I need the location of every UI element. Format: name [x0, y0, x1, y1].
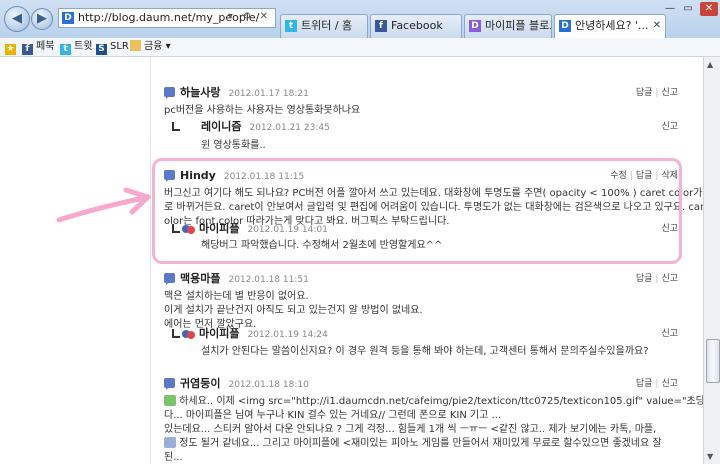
report-link[interactable]: 신고: [661, 274, 678, 284]
tab-label: Facebook: [391, 19, 443, 32]
facebook-icon: f: [22, 44, 33, 55]
fav-label: SLR: [110, 41, 129, 52]
reply-link[interactable]: 답글: [636, 88, 653, 98]
emoticon-icon: [164, 395, 176, 406]
reply-arrow-icon: [172, 122, 180, 131]
comment-body-line: 하세요.. 이제 <img src="http://i1.daumcdn.net…: [164, 395, 703, 409]
comment-reply: 레이니즘 2012.01.21 23:45 신고 윈 영상통화를..: [172, 120, 678, 153]
fav-label: 트윗: [74, 41, 93, 52]
close-window-button[interactable]: ✕: [700, 2, 718, 16]
emoticon-icon: [164, 437, 176, 448]
tab-label: 안녕하세요? '...: [575, 19, 649, 32]
comment-body-line: 이게 설치가 끝난건지 아직도 되고 있는건지 알 방법이 없네요.: [164, 305, 423, 316]
report-link[interactable]: 신고: [661, 122, 678, 132]
annotation-arrow-icon: [56, 187, 151, 223]
comment-text: 정도 될거 같네요... 그리고 마이피플에 <재미있는 피아노 게임를 만들어…: [179, 438, 662, 449]
content-divider: [150, 57, 151, 464]
address-bar[interactable]: D http://blog.daum.net/my_people/ ▾ ⟲ ✕: [58, 8, 276, 28]
comment-body: 설치가 안된다는 말씀이신지요? 이 경우 원격 등을 통해 봐야 하는데, 고…: [201, 346, 649, 357]
browser-titlebar: ◀ ▶ D http://blog.daum.net/my_people/ ▾ …: [0, 0, 720, 39]
folder-icon: [130, 40, 141, 51]
fav-label: 금융 ▾: [144, 41, 171, 52]
scrollbar-thumb[interactable]: [706, 339, 720, 383]
tab-label: 마이피플 블로그...: [485, 19, 551, 32]
report-link[interactable]: 신고: [661, 379, 678, 389]
forward-arrow-icon: ▶: [37, 11, 47, 26]
twitter-icon: t: [60, 44, 71, 55]
tab-label: 트위터 / 홈: [301, 19, 353, 32]
comment-author[interactable]: 맥용마플: [180, 272, 220, 285]
report-link[interactable]: 신고: [661, 329, 678, 339]
tab-facebook[interactable]: f Facebook: [370, 14, 462, 38]
comment: 하늘사랑 2012.01.17 18:21 답글 | 신고 pc버전을 사용하는 사용…: [164, 86, 678, 116]
tab-twitter[interactable]: t 트위터 / 홈: [280, 14, 368, 38]
comment-body-line: 된...: [164, 452, 183, 463]
page-content: 하늘사랑 2012.01.17 18:21 답글 | 신고 pc버전을 사용하는 사용…: [0, 57, 703, 464]
comment-body: 윈 영상통화를..: [201, 140, 266, 151]
comment-icon: [164, 273, 175, 285]
comment-author[interactable]: 레이니즘: [201, 120, 241, 133]
comment-body: pc버전을 사용하는 사용자는 영상통화못하나요: [164, 105, 361, 116]
address-controls[interactable]: ▾ ⟲ ✕: [228, 11, 271, 22]
comment-text: 하세요.. 이제 <img src="http://i1.daumcdn.net…: [179, 396, 703, 407]
fav-slr[interactable]: S SLR: [96, 40, 129, 55]
tab-mypeople-blog[interactable]: D 마이피플 블로그...: [464, 14, 552, 38]
report-link[interactable]: 신고: [661, 88, 678, 98]
reply-arrow-icon: [172, 329, 180, 338]
comment-icon: [164, 378, 175, 390]
slr-icon: S: [96, 44, 107, 55]
fav-facebook[interactable]: f 페북: [22, 40, 54, 55]
back-arrow-icon: ◀: [12, 11, 22, 26]
comment-author[interactable]: 귀염둥이: [180, 377, 220, 390]
forward-button[interactable]: ▶: [31, 8, 53, 30]
twitter-icon: t: [285, 20, 297, 32]
favorites-star-icon[interactable]: ★: [5, 40, 19, 55]
fav-label: 페북: [36, 41, 55, 52]
comment-icon: [164, 87, 175, 99]
comment: 귀염둥이 2012.01.18 18:10 답글 | 신고 하세요.. 이제 <img…: [164, 377, 703, 464]
daum-icon: D: [559, 20, 571, 32]
scroll-down-icon[interactable]: ▼: [707, 452, 713, 461]
daum-favicon-icon: D: [62, 12, 74, 24]
comment-reply: 마이피플 2012.01.19 14:24 신고 설치가 안된다는 말씀이신지요?…: [172, 327, 678, 359]
comment-body-line: 정도 될거 같네요... 그리고 마이피플에 <재미있는 피아노 게임를 만들어…: [164, 437, 678, 451]
scroll-up-icon[interactable]: ▲: [707, 60, 713, 69]
comment-author[interactable]: 하늘사랑: [180, 86, 220, 99]
tab-active-post[interactable]: D 안녕하세요? '... ✕: [554, 14, 666, 39]
comment-body-line: 다... 마이피플은 님여 누구나 KIN 걸수 있는 거네요// 그런데 폰으…: [164, 410, 502, 421]
back-button[interactable]: ◀: [4, 6, 30, 32]
comment-body-line: 있는데요... 스티커 알아서 다운 안되나요 ? 그게 걱정... 힘들게 1…: [164, 424, 657, 435]
comment: 맥용마플 2012.01.18 11:51 답글 | 신고 맥은 설치하는데 별 반응…: [164, 272, 678, 330]
reply-link[interactable]: 답글: [636, 274, 653, 284]
close-tab-icon[interactable]: ✕: [653, 15, 661, 37]
minimize-button[interactable]: —: [662, 2, 678, 16]
facebook-icon: f: [375, 20, 387, 32]
comment-date: 2012.01.18 18:10: [228, 380, 309, 390]
mypeople-avatar-icon: [182, 328, 195, 339]
reply-link[interactable]: 답글: [636, 379, 653, 389]
maximize-button[interactable]: ▭: [680, 2, 696, 16]
comment-author[interactable]: 마이피플: [199, 327, 239, 340]
comment-date: 2012.01.19 14:24: [247, 330, 328, 340]
comment-date: 2012.01.17 18:21: [228, 89, 309, 99]
daum-icon: D: [469, 20, 481, 32]
favorites-bar: ★ f 페북 t 트윗 S SLR 금융 ▾: [0, 38, 720, 57]
vertical-scrollbar[interactable]: ▲ ▼: [703, 57, 720, 464]
comment-date: 2012.01.18 11:51: [228, 275, 309, 285]
comment-date: 2012.01.21 23:45: [249, 123, 330, 133]
fav-twitter[interactable]: t 트윗: [60, 40, 92, 55]
comment-body-line: 맥은 설치하는데 별 반응이 없어요.: [164, 291, 309, 302]
fav-finance-folder[interactable]: 금융 ▾: [130, 40, 171, 54]
annotation-highlight-box: [152, 158, 682, 264]
